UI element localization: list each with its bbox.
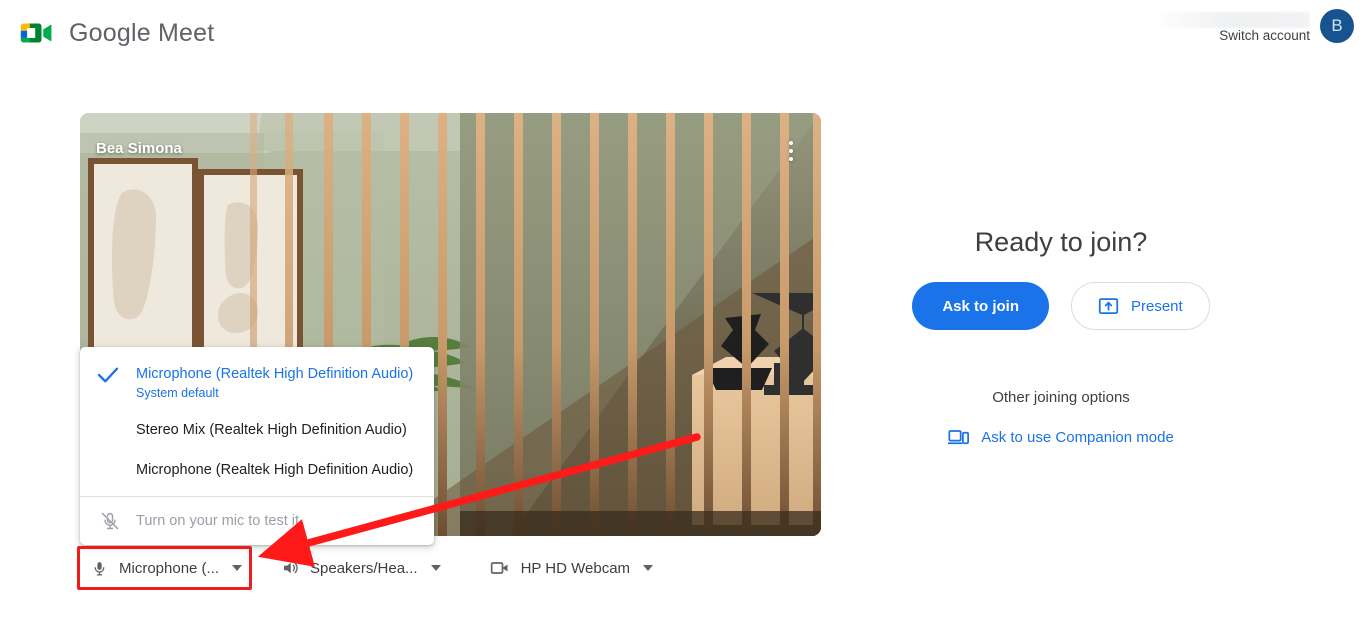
join-button-row: Ask to join Present: [880, 282, 1242, 330]
dropdown-option-2[interactable]: Microphone (Realtek High Definition Audi…: [80, 451, 434, 491]
join-panel: Ready to join? Ask to join Present Other…: [880, 225, 1242, 451]
dropdown-option-body: Microphone (Realtek High Definition Audi…: [136, 460, 418, 480]
companion-devices-icon: [948, 430, 970, 445]
video-camera-icon: [490, 562, 508, 574]
brand-name: Google Meet: [69, 18, 215, 47]
companion-mode-link[interactable]: Ask to use Companion mode: [948, 429, 1174, 446]
account-email-redacted: [1160, 12, 1310, 28]
present-button[interactable]: Present: [1070, 282, 1210, 330]
camera-device-label: HP HD Webcam: [520, 559, 631, 577]
brand: Google Meet: [19, 18, 214, 48]
mic-test-row: Turn on your mic to test it: [80, 497, 434, 545]
other-joining-options-label: Other joining options: [992, 389, 1130, 406]
checkmark-icon: [80, 364, 136, 384]
chevron-down-icon: [430, 565, 441, 571]
speaker-device-button[interactable]: Speakers/Hea...: [270, 548, 452, 588]
mic-off-icon: [101, 512, 119, 530]
device-selector-bar: Microphone (... Speakers/Hea... HP HD We…: [80, 548, 664, 588]
microphone-device-label: Microphone (...: [119, 559, 220, 577]
microphone-dropdown-menu[interactable]: Microphone (Realtek High Definition Audi…: [80, 347, 434, 545]
dropdown-option-label: Microphone (Realtek High Definition Audi…: [136, 366, 414, 382]
more-vertical-icon[interactable]: [778, 135, 804, 167]
dropdown-option-0[interactable]: Microphone (Realtek High Definition Audi…: [80, 355, 434, 411]
present-button-label: Present: [1130, 297, 1183, 315]
speaker-icon: [284, 562, 298, 574]
companion-mode-label: Ask to use Companion mode: [981, 429, 1174, 446]
page-header: Google Meet Switch account B: [0, 0, 1366, 75]
chevron-down-icon: [232, 565, 243, 571]
google-meet-logo-icon: [19, 18, 55, 48]
account-text: Switch account: [1160, 8, 1310, 45]
dropdown-option-sublabel: System default: [136, 386, 219, 400]
account-area[interactable]: Switch account B: [1160, 8, 1354, 45]
camera-device-button[interactable]: HP HD Webcam: [479, 548, 664, 588]
dropdown-option-body: Microphone (Realtek High Definition Audi…: [136, 364, 418, 402]
checkmark-placeholder: [80, 460, 136, 462]
dropdown-option-label: Microphone (Realtek High Definition Audi…: [136, 462, 414, 478]
dropdown-option-body: Stereo Mix (Realtek High Definition Audi…: [136, 420, 418, 440]
google-meet-prejoin-page: Google Meet Switch account B Bea Simona …: [0, 0, 1366, 641]
ask-to-join-button[interactable]: Ask to join: [912, 282, 1049, 330]
avatar[interactable]: B: [1320, 9, 1354, 44]
microphone-device-button[interactable]: Microphone (...: [80, 548, 255, 588]
page-title: Ready to join?: [974, 227, 1148, 257]
dropdown-option-1[interactable]: Stereo Mix (Realtek High Definition Audi…: [80, 411, 434, 451]
chevron-down-icon: [643, 565, 654, 571]
mic-test-label: Turn on your mic to test it: [136, 513, 300, 529]
present-screen-icon: [1098, 297, 1119, 314]
switch-account-link[interactable]: Switch account: [1160, 28, 1310, 45]
microphone-icon: [94, 561, 105, 576]
dropdown-option-label: Stereo Mix (Realtek High Definition Audi…: [136, 422, 407, 438]
checkmark-placeholder: [80, 420, 136, 422]
participant-name: Bea Simona: [96, 140, 182, 157]
speaker-device-label: Speakers/Hea...: [310, 559, 418, 577]
